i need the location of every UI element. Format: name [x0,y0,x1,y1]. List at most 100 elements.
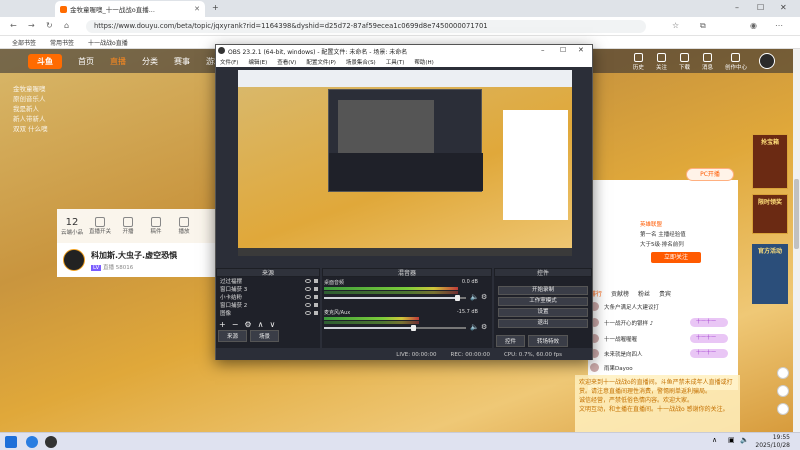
volume-icon[interactable]: 🔈 [740,436,749,444]
start-recording-button[interactable]: 开始录制 [498,286,588,295]
menu-profile[interactable]: 配置文件(P) [306,58,336,66]
bookmark-item[interactable]: 全部书签 [12,38,36,47]
follow-button[interactable]: 立即关注 [651,252,701,263]
lock-icon[interactable] [314,311,318,315]
ad-banner-3[interactable]: 官方活动 [752,244,788,304]
eye-icon[interactable] [305,303,311,307]
nav-home[interactable]: 首页 [78,56,94,67]
extensions-icon[interactable]: ⧉ [700,21,706,31]
obs-minimize-icon[interactable]: – [541,46,545,54]
channel-gear-icon[interactable]: ⚙ [481,293,487,301]
browser-taskbar-icon[interactable] [26,436,38,448]
page-scrollbar[interactable] [793,49,800,432]
tab-transitions[interactable]: 转场特效 [528,335,569,347]
lock-icon[interactable] [314,279,318,283]
url-field[interactable]: https://www.douyu.com/beta/topic/jqxyran… [86,20,646,33]
move-down-icon[interactable]: ∨ [269,320,275,329]
lock-icon[interactable] [314,287,318,291]
refresh-icon[interactable]: ↻ [46,21,53,30]
tab-scenes[interactable]: 场景 [250,330,280,342]
tab-fans[interactable]: 粉丝 [638,289,650,298]
source-item[interactable]: 窗口捕获 3 [216,285,320,293]
rank-row[interactable]: 雨果Dayoo [590,363,633,372]
obs-taskbar-icon[interactable] [45,436,57,448]
speaker-icon[interactable]: 🔈 [470,323,479,331]
download-button[interactable]: 下载 [679,53,690,71]
lock-icon[interactable] [314,303,318,307]
move-up-icon[interactable]: ∧ [258,320,264,329]
scrollbar-thumb[interactable] [794,179,799,249]
creator-center-button[interactable]: 创作中心 [725,53,747,71]
float-button-2[interactable] [777,385,789,397]
start-live-control[interactable]: 开播 [117,217,139,235]
follow-nav-button[interactable]: 关注 [656,53,667,71]
minimize-icon[interactable]: – [735,3,739,12]
source-item[interactable]: 窗口捕获 2 [216,301,320,309]
play-control[interactable]: 播放 [173,217,195,235]
menu-help[interactable]: 帮助(H) [414,58,433,66]
favorite-star-icon[interactable]: ☆ [672,21,679,30]
eye-icon[interactable] [305,279,311,283]
ad-banner-1[interactable]: 抢宝箱 [752,134,788,189]
live-switch-control[interactable]: 直播开关 [89,217,111,235]
menu-edit[interactable]: 编辑(E) [248,58,267,66]
bookmark-item[interactable]: 常用书签 [50,38,74,47]
source-item[interactable]: 图像 [216,309,320,317]
bookmark-item[interactable]: 十一战战o直播 [88,38,128,47]
eye-icon[interactable] [305,311,311,315]
history-button[interactable]: 历史 [633,53,644,71]
nav-category[interactable]: 分类 [142,56,158,67]
exit-button[interactable]: 退出 [498,319,588,328]
forward-icon[interactable]: → [28,21,35,30]
douyu-logo[interactable]: 斗鱼 [28,53,62,69]
windows-start-icon[interactable] [5,436,17,448]
streamer-avatar[interactable] [63,249,85,271]
studio-mode-button[interactable]: 工作室模式 [498,297,588,306]
eye-icon[interactable] [305,295,311,299]
menu-view[interactable]: 查看(V) [277,58,296,66]
source-item[interactable]: 过过福摆 [216,277,320,285]
cloud-skit-control[interactable]: 12 云端小品 [61,217,83,236]
back-icon[interactable]: ← [10,21,17,30]
maximize-icon[interactable]: ☐ [757,3,764,12]
menu-icon[interactable]: ⋯ [775,21,783,30]
volume-slider[interactable] [324,295,466,301]
rank-row[interactable]: 十一战喔喔喔 [590,334,637,343]
tab-controls[interactable]: 控件 [496,335,526,347]
network-icon[interactable]: ▣ [728,436,735,444]
menu-tools[interactable]: 工具(T) [386,58,405,66]
user-avatar[interactable] [759,53,775,69]
nav-live[interactable]: 直播 [110,56,126,67]
rank-row[interactable]: 十一战开心的银样 ♪ [590,318,653,327]
browser-tab[interactable]: 金牧童喔噢_十一战战o直播... ✕ [55,1,205,17]
messages-button[interactable]: 消息 [702,53,713,71]
obs-close-icon[interactable]: ✕ [578,46,584,54]
tab-sources[interactable]: 来源 [218,330,248,342]
taskbar-up-icon[interactable]: ∧ [712,436,717,444]
lock-icon[interactable] [314,295,318,299]
float-button-3[interactable] [777,403,789,415]
float-button-1[interactable] [777,367,789,379]
ad-banner-2[interactable]: 限时领奖 [752,194,788,234]
obs-preview[interactable] [238,70,572,256]
pc-live-button[interactable]: PC开播 [686,168,734,181]
tab-contrib[interactable]: 贡献榜 [611,289,629,298]
volume-knob[interactable] [455,295,461,301]
home-icon[interactable]: ⌂ [64,21,69,30]
remove-source-icon[interactable]: − [232,320,239,329]
eye-icon[interactable] [305,287,311,291]
manuscript-control[interactable]: 稿件 [145,217,167,235]
rank-row[interactable]: 未来就是向四人 [590,349,643,358]
menu-scene-collection[interactable]: 场景集合(S) [346,58,376,66]
nav-events[interactable]: 赛事 [174,56,190,67]
close-window-icon[interactable]: ✕ [780,3,787,12]
add-source-icon[interactable]: + [219,320,226,329]
rank-row[interactable]: 大条户满足人大建议打 [590,302,659,311]
new-tab-icon[interactable]: + [212,3,219,12]
profile-icon[interactable]: ◉ [750,21,757,30]
speaker-icon[interactable]: 🔈 [470,293,479,301]
source-settings-icon[interactable]: ⚙ [244,320,251,329]
volume-slider[interactable] [324,325,466,331]
volume-knob[interactable] [411,325,417,331]
obs-maximize-icon[interactable]: ☐ [560,46,566,54]
